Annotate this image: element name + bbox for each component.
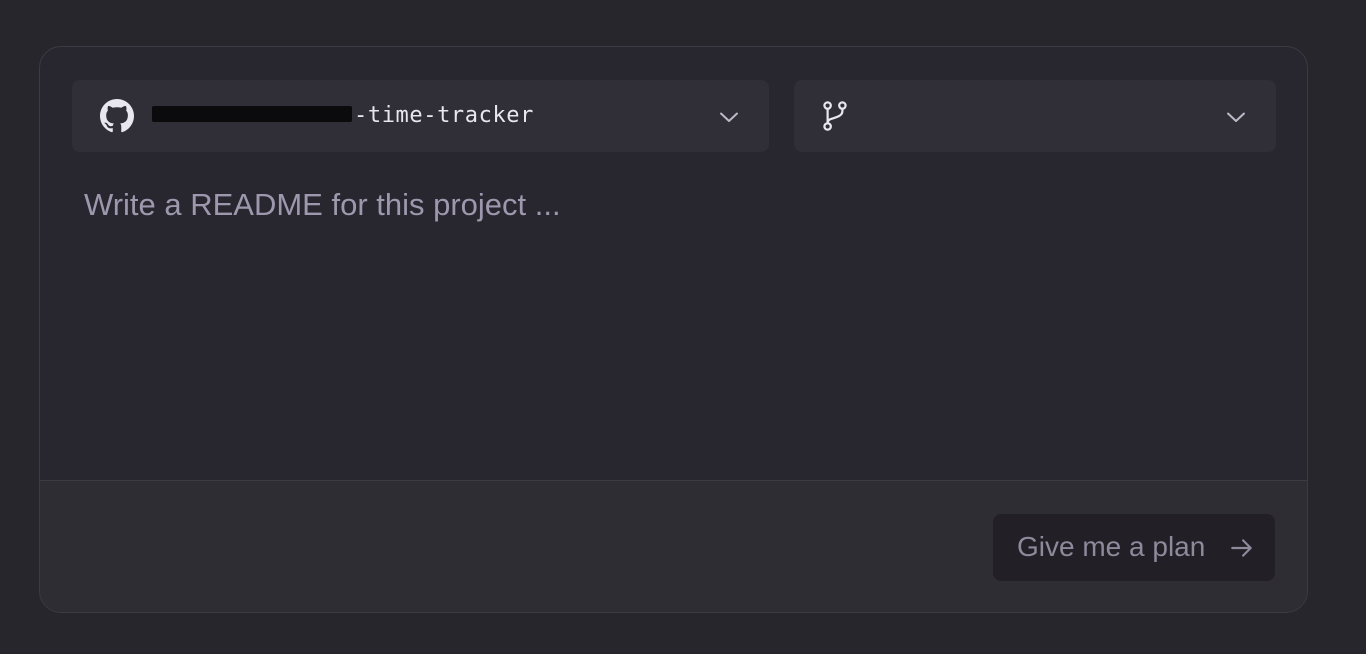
arrow-right-icon [1231,539,1252,557]
prompt-input[interactable] [72,175,1276,465]
repository-name-suffix: -time-tracker [354,103,534,128]
repository-select[interactable]: -time-tracker [72,80,769,152]
prompt-footer: Give me a plan [40,480,1307,612]
chevron-down-icon [720,112,738,122]
submit-label: Give me a plan [1017,531,1206,562]
redacted-owner [152,106,352,122]
branch-select[interactable] [794,80,1276,152]
repository-name: -time-tracker [152,102,534,130]
github-icon [100,99,134,133]
git-branch-icon [823,101,847,131]
selector-row: -time-tracker [72,80,1276,152]
give-me-a-plan-button[interactable]: Give me a plan [993,514,1275,581]
chevron-down-icon [1227,112,1245,122]
prompt-card: -time-tracker Give me a plan [39,46,1308,613]
